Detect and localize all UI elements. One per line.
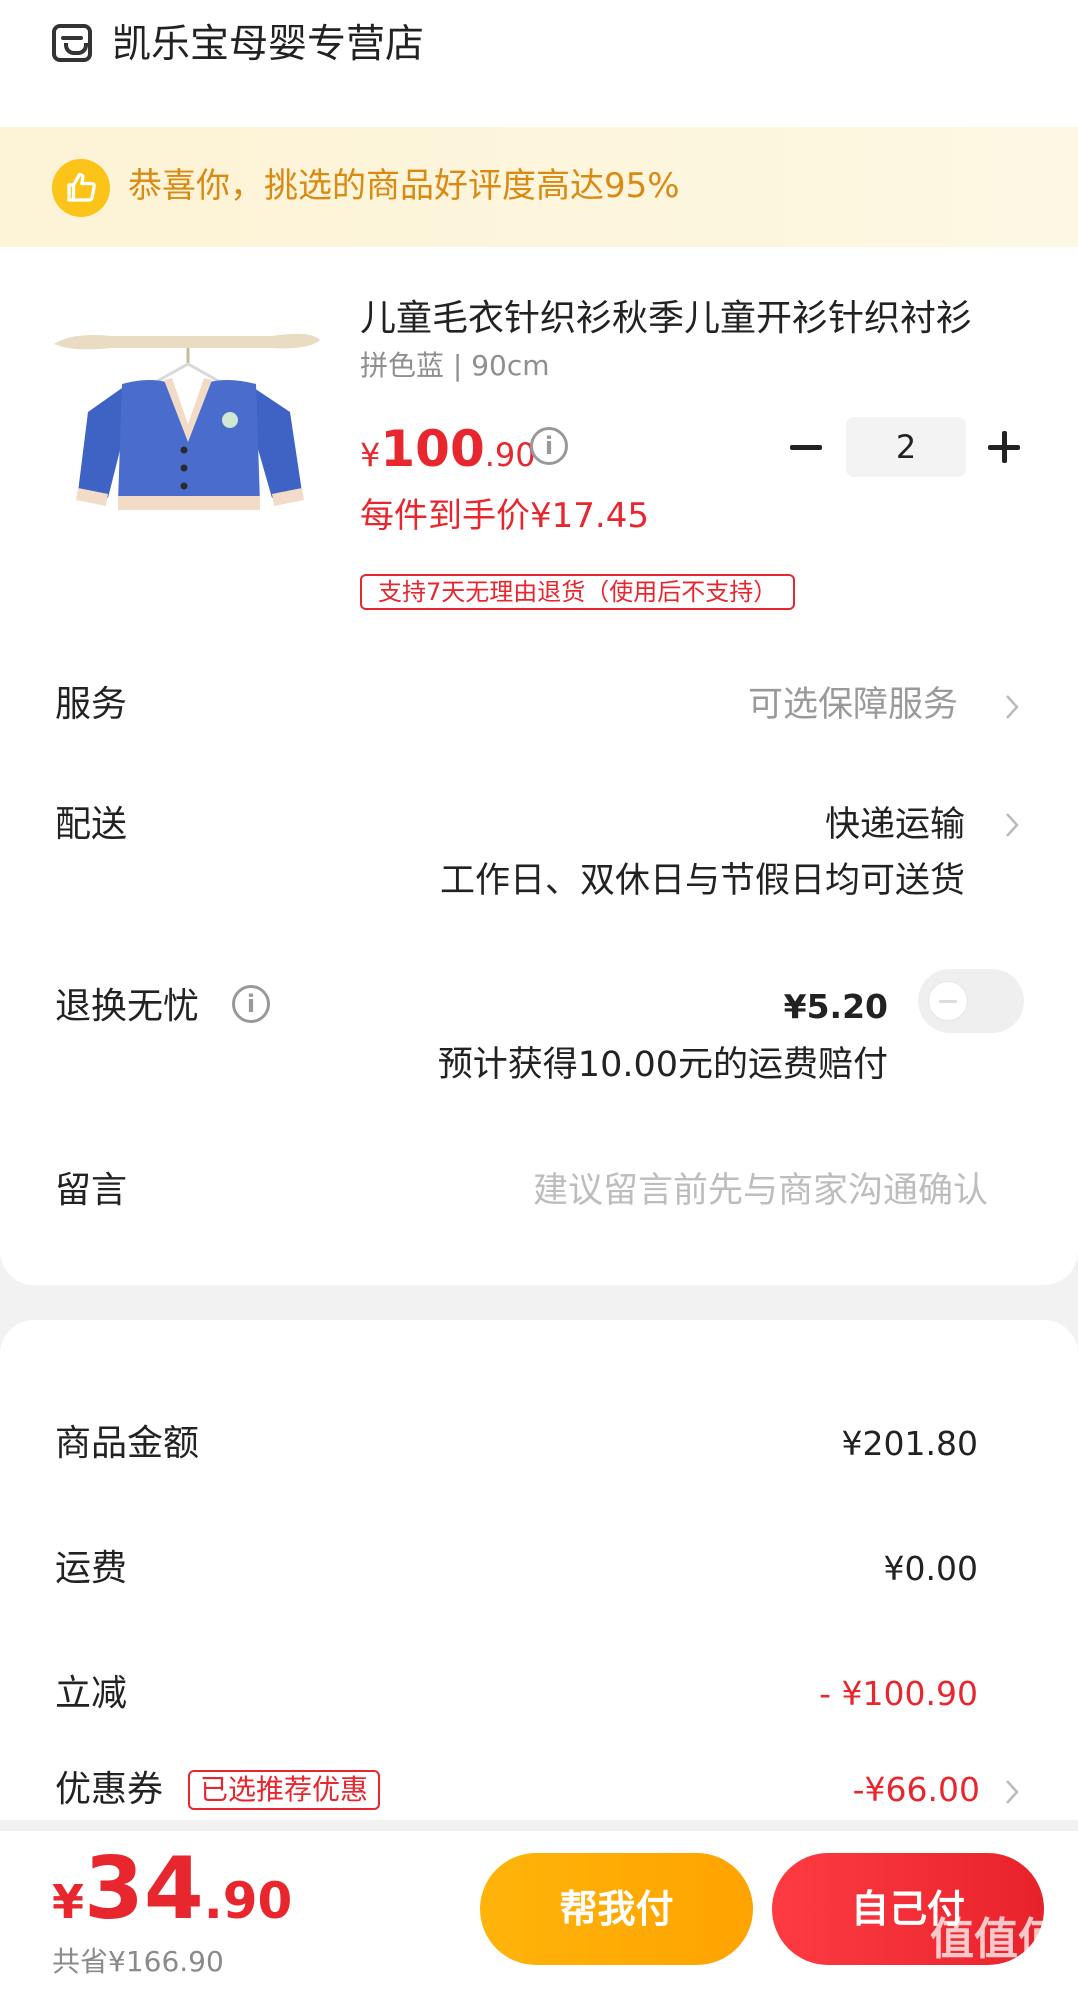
checkout-bar: ¥34.90 共省¥166.90 帮我付 自己付 值值值 zhizhizhi.c… bbox=[0, 1830, 1078, 1994]
delivery-sub: 工作日、双休日与节假日均可送货 bbox=[439, 861, 965, 901]
watermark: 值值值 bbox=[930, 1914, 1062, 1965]
message-label: 留言 bbox=[55, 1170, 128, 1211]
coupon-value[interactable]: -¥66.00 bbox=[853, 1766, 980, 1814]
return-insurance-toggle[interactable] bbox=[918, 969, 1024, 1033]
total-currency: ¥ bbox=[52, 1875, 85, 1929]
delivery-label: 配送 bbox=[55, 804, 128, 845]
saved-amount: 共省¥166.90 bbox=[52, 1945, 224, 1978]
total-decimal: .90 bbox=[203, 1872, 293, 1930]
price-integer: 100 bbox=[380, 420, 485, 478]
return-insurance-info-icon[interactable]: i bbox=[232, 985, 270, 1023]
goods-amount-value: ¥201.80 bbox=[841, 1424, 978, 1463]
quantity-plus-button[interactable] bbox=[988, 427, 1022, 467]
service-chevron-icon[interactable] bbox=[1004, 693, 1020, 721]
per-item-price: 每件到手价¥17.45 bbox=[360, 496, 649, 536]
goods-amount-label: 商品金额 bbox=[55, 1423, 200, 1464]
store-header: 凯乐宝母婴专营店 bbox=[0, 0, 1078, 127]
product-price: ¥100.90 bbox=[360, 419, 536, 491]
coupon-chevron-icon[interactable] bbox=[1004, 1778, 1020, 1806]
product-image[interactable] bbox=[52, 292, 324, 534]
price-info-icon[interactable]: i bbox=[530, 427, 568, 465]
delivery-chevron-icon[interactable] bbox=[1004, 811, 1020, 839]
instant-discount-value: - ¥100.90 bbox=[819, 1674, 978, 1713]
product-title[interactable]: 儿童毛衣针织衫秋季儿童开衫针织衬衫 bbox=[360, 295, 1025, 343]
toggle-knob bbox=[928, 981, 968, 1021]
watermark-url: zhizhizhi.com bbox=[930, 1969, 1032, 1987]
delivery-value[interactable]: 快递运输 bbox=[825, 801, 965, 849]
order-item-card: 儿童毛衣针织衫秋季儿童开衫针织衬衫 拼色蓝 | 90cm ¥100.90 i 每… bbox=[0, 247, 1078, 1285]
banner-text: 恭喜你，挑选的商品好评度高达95% bbox=[128, 166, 680, 206]
product-spec[interactable]: 拼色蓝 | 90cm bbox=[360, 347, 550, 385]
message-input[interactable]: 建议留言前先与商家沟通确认 bbox=[533, 1167, 988, 1215]
coupon-label: 优惠券 bbox=[55, 1769, 164, 1810]
instant-discount-label: 立减 bbox=[55, 1673, 128, 1714]
praise-banner: 恭喜你，挑选的商品好评度高达95% bbox=[0, 127, 1078, 247]
quantity-minus-button[interactable] bbox=[790, 427, 824, 467]
coupon-tag[interactable]: 已选推荐优惠 bbox=[188, 1770, 381, 1810]
return-insurance-label: 退换无忧 bbox=[55, 986, 200, 1027]
return-policy-tag: 支持7天无理由退货（使用后不支持） bbox=[360, 574, 796, 610]
store-name[interactable]: 凯乐宝母婴专营店 bbox=[112, 20, 424, 70]
return-insurance-sub: 预计获得10.00元的运费赔付 bbox=[437, 1045, 888, 1085]
price-decimal: .90 bbox=[484, 436, 536, 474]
return-insurance-price: ¥5.20 bbox=[783, 987, 888, 1026]
price-summary-card: 商品金额 ¥201.80 运费 ¥0.00 立减 - ¥100.90 优惠券 已… bbox=[0, 1320, 1078, 1820]
service-value[interactable]: 可选保障服务 bbox=[748, 681, 958, 729]
store-icon bbox=[52, 24, 92, 62]
total-integer: 34 bbox=[84, 1839, 204, 1939]
quantity-input[interactable]: 2 bbox=[846, 417, 966, 477]
shipping-label: 运费 bbox=[55, 1548, 128, 1589]
service-label: 服务 bbox=[55, 684, 128, 725]
shipping-value: ¥0.00 bbox=[883, 1549, 978, 1588]
thumbs-up-icon bbox=[52, 159, 110, 217]
help-me-pay-button[interactable]: 帮我付 bbox=[480, 1853, 753, 1965]
price-currency: ¥ bbox=[360, 436, 381, 474]
